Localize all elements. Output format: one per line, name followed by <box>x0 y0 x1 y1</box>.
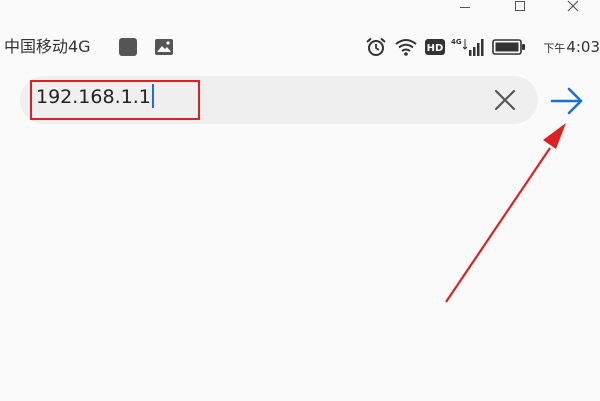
browser-screen: 中国移动4G HD 4G 下午4:03 192.168.1.1 <box>0 0 600 401</box>
alarm-icon <box>365 37 387 61</box>
svg-text:HD: HD <box>427 43 444 54</box>
image-icon <box>154 37 174 61</box>
signal-icon: 4G <box>450 36 484 62</box>
svg-text:4G: 4G <box>451 38 462 46</box>
status-clock: 下午4:03 <box>543 36 600 60</box>
text-caret <box>151 84 154 108</box>
close-button[interactable] <box>546 0 600 16</box>
clear-button[interactable] <box>494 89 516 111</box>
window-controls <box>438 0 600 16</box>
go-button[interactable] <box>549 84 585 118</box>
url-input[interactable]: 192.168.1.1 <box>36 84 154 108</box>
status-bar: 中国移动4G HD 4G 下午4:03 <box>0 36 600 58</box>
time-period: 下午 <box>543 42 566 55</box>
wifi-icon <box>394 37 418 61</box>
carrier-label: 中国移动4G <box>4 37 91 56</box>
app-notification-icon <box>118 37 138 61</box>
annotation-arrow <box>445 123 566 303</box>
battery-icon <box>492 39 526 59</box>
go-arrow-icon <box>550 87 583 115</box>
url-text: 192.168.1.1 <box>36 86 151 108</box>
close-icon <box>567 0 579 12</box>
clear-icon <box>494 89 516 111</box>
minimize-button[interactable] <box>438 0 492 16</box>
address-bar[interactable]: 192.168.1.1 <box>20 76 538 124</box>
hd-icon: HD <box>424 38 446 60</box>
time-value: 4:03 <box>566 38 600 56</box>
maximize-button[interactable] <box>492 0 546 16</box>
